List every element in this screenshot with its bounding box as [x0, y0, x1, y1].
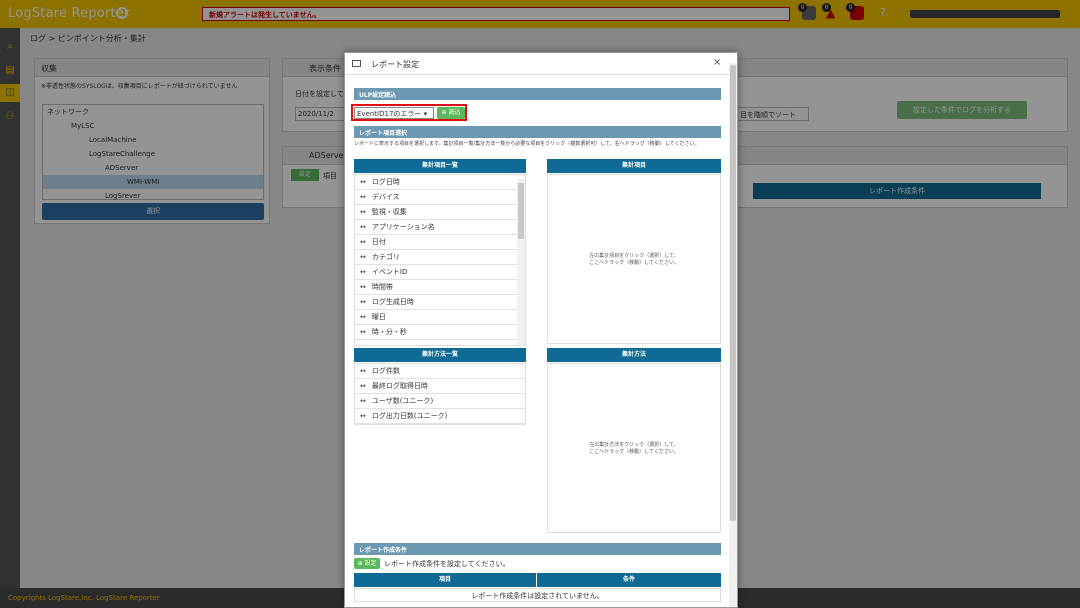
list-item[interactable]: ↔ 監視・収集	[355, 205, 525, 220]
list-item-label: デバイス	[371, 193, 400, 201]
methods-drop-area[interactable]: 左の集計方法をクリック（選択）して、 ここへドラッグ（移動）してください。	[547, 363, 721, 533]
condition-settings-button[interactable]: ⊕ 設定	[354, 558, 380, 569]
move-arrow-icon: ↔	[360, 223, 366, 231]
list-item-label: 時間帯	[371, 283, 393, 291]
move-arrow-icon: ↔	[360, 367, 366, 375]
methods-target-header: 集計方法	[547, 348, 721, 362]
methods-list-header: 集計方法一覧	[354, 348, 526, 362]
list-item-label: ログ件数	[371, 367, 400, 375]
table-header-item: 項目	[354, 573, 536, 587]
list-item[interactable]: ↔ 時間帯	[355, 280, 525, 295]
move-arrow-icon: ↔	[360, 283, 366, 291]
items-list-header: 集計項目一覧	[354, 159, 526, 173]
list-item[interactable]: ↔ 時・分・秒	[355, 325, 525, 340]
list-item-label: 曜日	[371, 313, 386, 321]
condition-section-header: レポート作成条件	[354, 543, 721, 555]
table-empty-message: レポート作成条件は設定されていません。	[354, 588, 721, 602]
move-arrow-icon: ↔	[360, 298, 366, 306]
list-item[interactable]: ↔ 曜日	[355, 310, 525, 325]
item-section-header: レポート項目選択	[354, 126, 721, 138]
items-drop-area[interactable]: 左の集計項目をクリック（選択）して、 ここへドラッグ（移動）してください。	[547, 174, 721, 344]
ulp-section-header: ULP設定読込	[354, 88, 721, 100]
list-item[interactable]: ↔ 日付	[355, 235, 525, 250]
drop-hint: ここへドラッグ（移動）してください。	[589, 260, 679, 266]
list-item[interactable]: ↔ ログ生成日時	[355, 295, 525, 310]
modal-title: レポート設定	[371, 60, 419, 69]
items-list-scrollbar-thumb[interactable]	[518, 183, 524, 239]
methods-list: ↔ ログ件数 ↔ 最終ログ取得日時 ↔ ユーザ数(ユニーク) ↔ ログ出力日数(ユニーク…	[354, 363, 526, 425]
move-arrow-icon: ↔	[360, 238, 366, 246]
drop-hint: 左の集計項目をクリック（選択）して、	[589, 253, 679, 259]
drop-hint: ここへドラッグ（移動）してください。	[589, 449, 679, 455]
list-item-label: ログ生成日時	[371, 298, 414, 306]
items-list: ↔ ログ日時 ↔ デバイス ↔ 監視・収集 ↔ アプリケーション名 ↔ 日付 ↔ カテゴリ …	[354, 174, 526, 346]
list-item[interactable]: ↔ ログ件数	[355, 364, 525, 379]
list-item[interactable]: ↔ ユーザ数(ユニーク)	[355, 394, 525, 409]
close-icon[interactable]: ×	[713, 57, 721, 68]
condition-button-label: 設定	[364, 560, 377, 567]
table-header-condition: 条件	[537, 573, 721, 587]
list-item-label: イベントID	[371, 268, 408, 276]
drop-hint: 左の集計方法をクリック（選択）して、	[589, 442, 679, 448]
ulp-select[interactable]: EventID17のエラー ▾	[354, 107, 434, 119]
move-arrow-icon: ↔	[360, 253, 366, 261]
ulp-select-value: EventID17のエラー	[357, 110, 422, 118]
list-item-label: 時・分・秒	[371, 328, 407, 336]
list-item-label: 日付	[371, 238, 386, 246]
move-arrow-icon: ↔	[360, 382, 366, 390]
list-item[interactable]: ↔ ログ日時	[355, 175, 525, 190]
move-arrow-icon: ↔	[360, 412, 366, 420]
list-item[interactable]: ↔ アプリケーション名	[355, 220, 525, 235]
list-item-label: 最終ログ取得日時	[371, 382, 428, 390]
list-item[interactable]: ↔ カテゴリ	[355, 250, 525, 265]
move-arrow-icon: ↔	[360, 397, 366, 405]
list-item[interactable]: ↔ イベントID	[355, 265, 525, 280]
report-settings-modal: レポート設定 × ULP設定読込 EventID17のエラー ▾ ⊕ 読込 レポ…	[344, 52, 738, 608]
list-item[interactable]: ↔ ログ出力日数(ユニーク)	[355, 409, 525, 424]
modal-scrollbar-thumb[interactable]	[730, 65, 736, 521]
list-item-label: ログ出力日数(ユニーク)	[371, 412, 448, 420]
modal-header: レポート設定 ×	[345, 53, 737, 75]
move-arrow-icon: ↔	[360, 328, 366, 336]
items-target-header: 集計項目	[547, 159, 721, 173]
item-description: レポートに表示する項目を選択します。集計項目一覧/集計方法一覧から必要な項目をク…	[354, 141, 700, 147]
list-item[interactable]: ↔ 最終ログ取得日時	[355, 379, 525, 394]
list-item-label: ログ日時	[371, 178, 400, 186]
list-item-label: カテゴリ	[371, 253, 400, 261]
load-button-label: 読込	[448, 109, 461, 116]
move-arrow-icon: ↔	[360, 193, 366, 201]
list-item-label: 監視・収集	[371, 208, 407, 216]
move-arrow-icon: ↔	[360, 313, 366, 321]
window-icon	[352, 60, 361, 67]
move-arrow-icon: ↔	[360, 208, 366, 216]
list-item[interactable]: ↔ デバイス	[355, 190, 525, 205]
load-button[interactable]: ⊕ 読込	[437, 107, 465, 119]
list-item-label: ユーザ数(ユニーク)	[371, 397, 434, 405]
move-arrow-icon: ↔	[360, 268, 366, 276]
condition-text: レポート作成条件を設定してください。	[384, 560, 510, 568]
list-item-label: アプリケーション名	[371, 223, 435, 231]
move-arrow-icon: ↔	[360, 178, 366, 186]
